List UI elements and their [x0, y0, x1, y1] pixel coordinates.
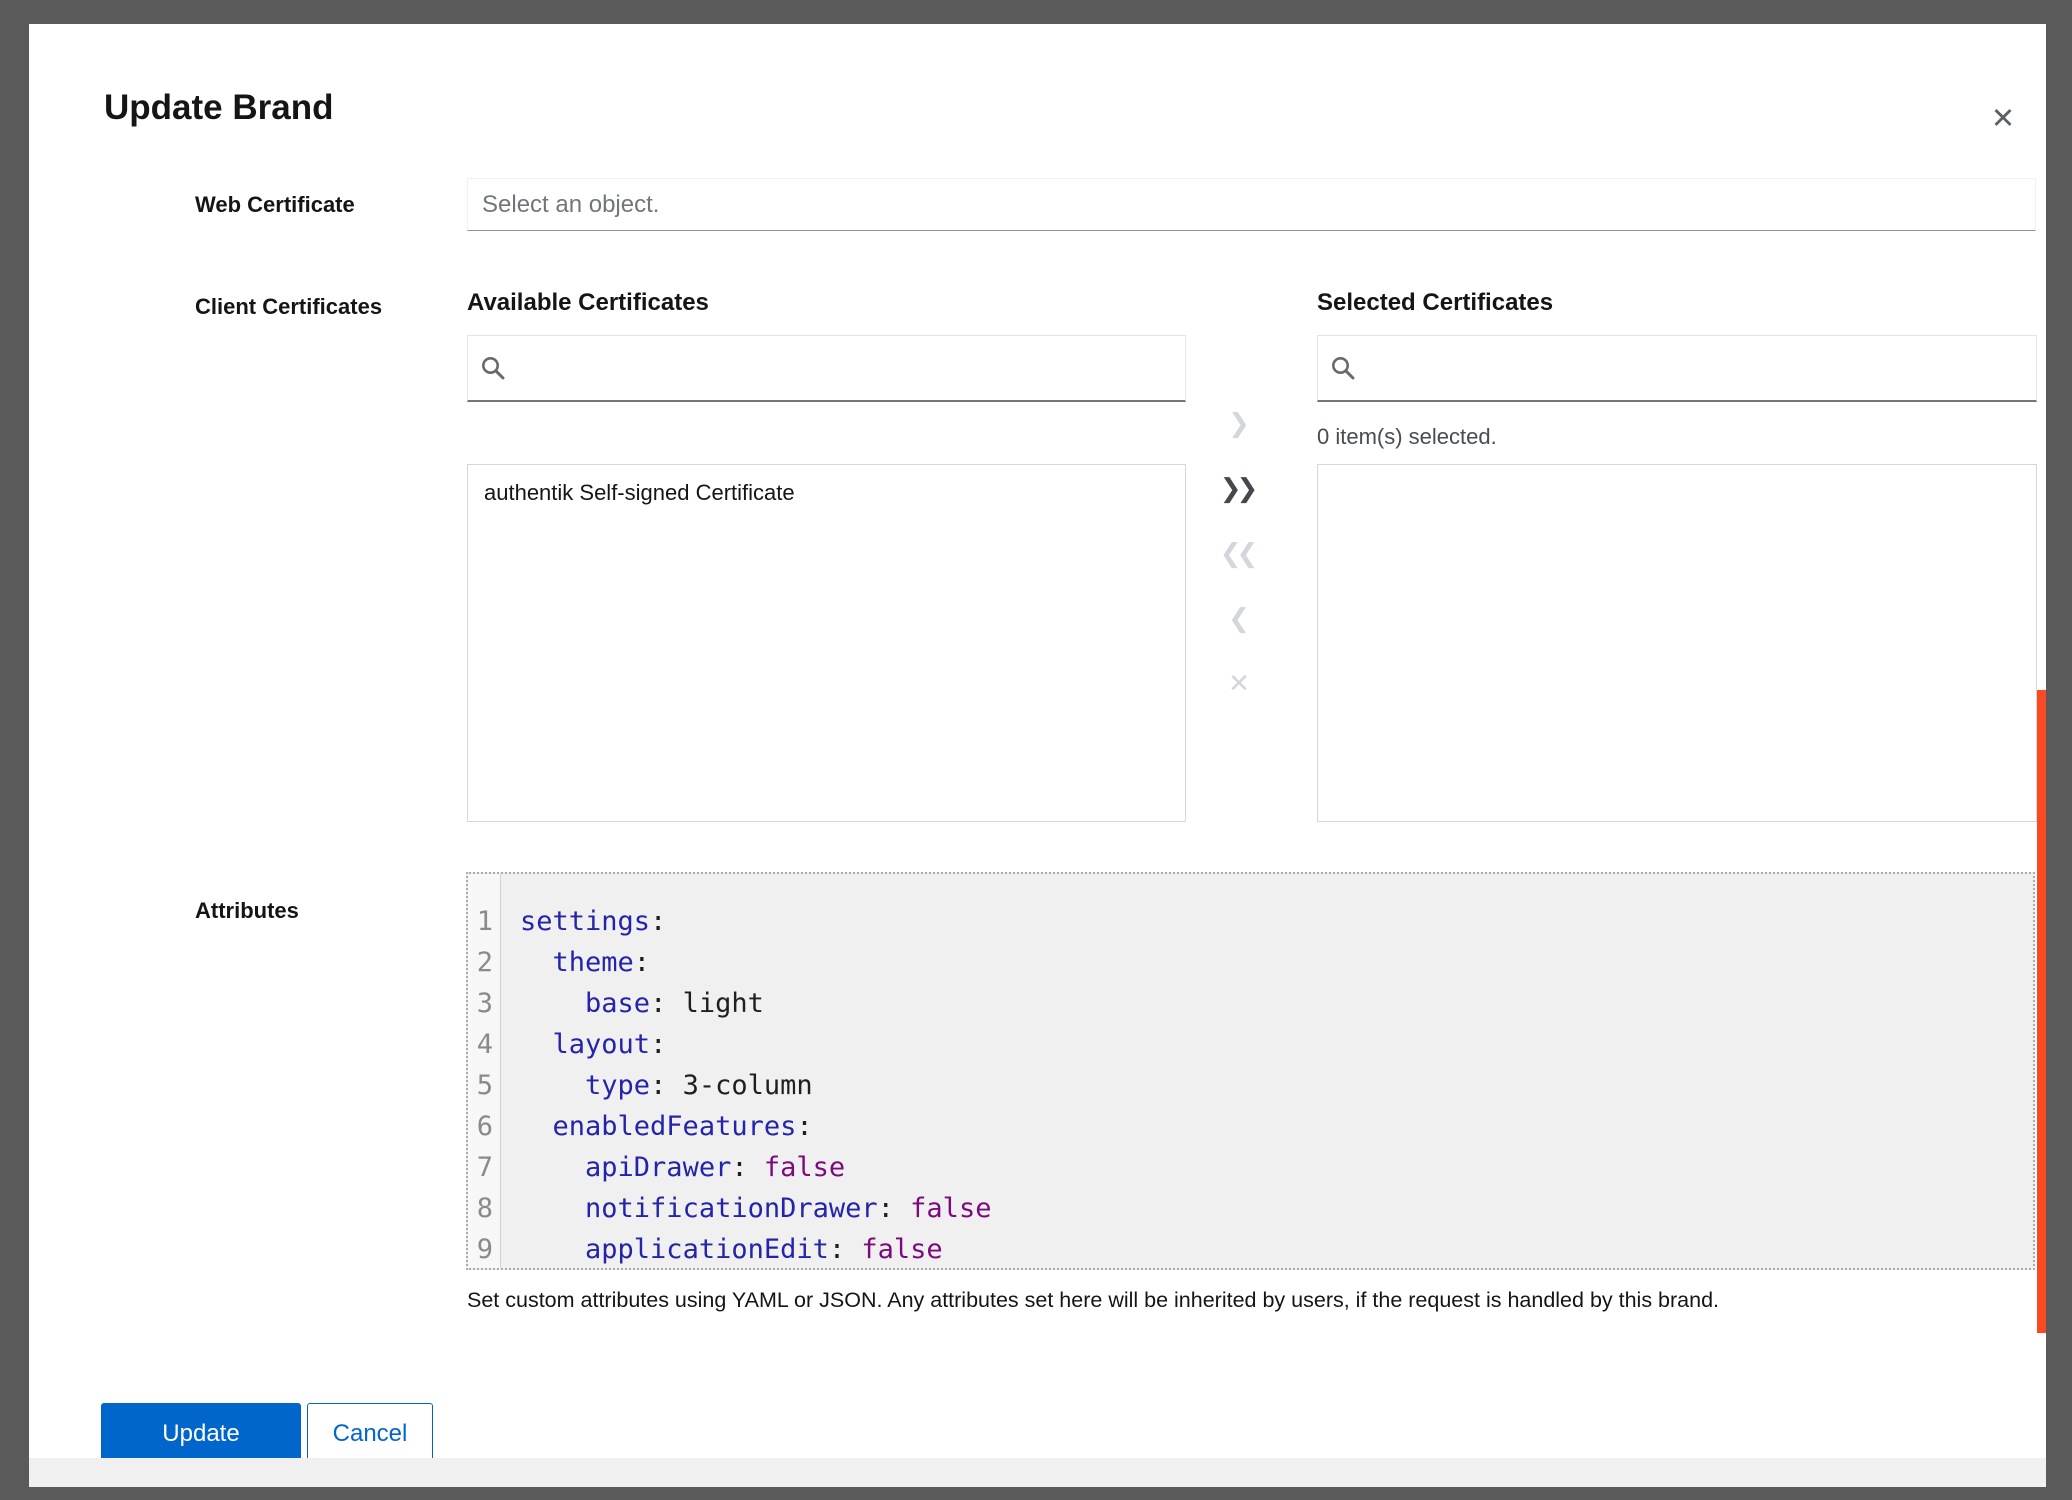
available-certificates-list[interactable]: authentik Self-signed Certificate — [467, 464, 1186, 822]
selected-certificates-search[interactable] — [1317, 335, 2037, 402]
line-number: 4 — [468, 1024, 501, 1065]
line-number: 6 — [468, 1106, 501, 1147]
line-number: 2 — [468, 942, 501, 983]
attributes-code-editor[interactable]: 1settings:2 theme:3 base: light4 layout:… — [466, 872, 2035, 1270]
move-selected-right-button[interactable]: ❯ — [1209, 402, 1269, 446]
move-selected-left-button[interactable]: ❮ — [1209, 597, 1269, 641]
line-number: 9 — [468, 1229, 501, 1270]
modal-bottom-strip — [29, 1458, 2046, 1487]
clear-selection-button[interactable]: ✕ — [1209, 662, 1269, 706]
move-all-left-button[interactable]: ❮❮ — [1209, 532, 1269, 576]
line-number: 3 — [468, 983, 501, 1024]
web-certificate-select[interactable] — [467, 178, 2036, 231]
search-icon — [1330, 355, 1356, 381]
code-line: 4 layout: — [468, 1024, 2033, 1065]
attributes-label: Attributes — [195, 898, 299, 924]
cancel-button[interactable]: Cancel — [307, 1403, 433, 1465]
available-search-input[interactable] — [516, 354, 1173, 382]
selected-certificates-list[interactable] — [1317, 464, 2037, 822]
certificate-list-item[interactable]: authentik Self-signed Certificate — [468, 465, 1185, 521]
update-brand-modal: Update Brand ✕ Web Certificate Client Ce… — [29, 24, 2046, 1487]
transfer-controls: ❯❯❯❮❮❮✕ — [1197, 402, 1281, 727]
screen: Update Brand ✕ Web Certificate Client Ce… — [0, 0, 2072, 1500]
update-button[interactable]: Update — [101, 1403, 301, 1465]
code-line: 9 applicationEdit: false — [468, 1229, 2033, 1270]
selected-search-input[interactable] — [1366, 354, 2024, 382]
code-line: 8 notificationDrawer: false — [468, 1188, 2033, 1229]
code-line: 1settings: — [468, 901, 2033, 942]
selected-certificates-header: Selected Certificates — [1317, 289, 1553, 317]
available-certificates-search[interactable] — [467, 335, 1186, 402]
line-number: 1 — [468, 901, 501, 942]
code-line: 2 theme: — [468, 942, 2033, 983]
search-icon — [480, 355, 506, 381]
code-line: 6 enabledFeatures: — [468, 1106, 2033, 1147]
close-icon[interactable]: ✕ — [1979, 96, 2027, 140]
attributes-help-text: Set custom attributes using YAML or JSON… — [467, 1288, 1997, 1313]
line-number: 8 — [468, 1188, 501, 1229]
modal-title: Update Brand — [104, 88, 333, 128]
code-lines: 1settings:2 theme:3 base: light4 layout:… — [468, 901, 2033, 1270]
code-line: 3 base: light — [468, 983, 2033, 1024]
client-certificates-label: Client Certificates — [195, 294, 382, 320]
selected-count-status: 0 item(s) selected. — [1317, 424, 1497, 450]
move-all-right-button[interactable]: ❯❯ — [1209, 467, 1269, 511]
line-number: 7 — [468, 1147, 501, 1188]
scroll-indicator[interactable] — [2037, 690, 2046, 1333]
code-line: 5 type: 3-column — [468, 1065, 2033, 1106]
code-line: 7 apiDrawer: false — [468, 1147, 2033, 1188]
available-certificates-header: Available Certificates — [467, 289, 709, 317]
line-number: 5 — [468, 1065, 501, 1106]
web-certificate-label: Web Certificate — [195, 192, 355, 218]
